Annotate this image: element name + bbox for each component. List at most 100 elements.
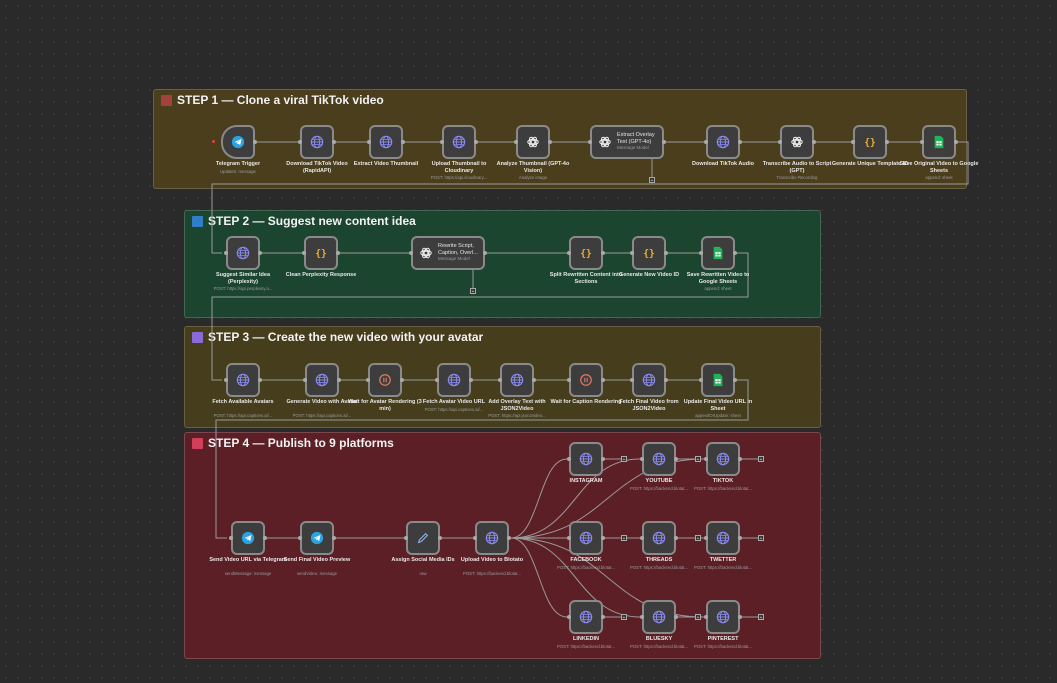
input-port[interactable]: [640, 536, 644, 540]
add-node-plus-icon[interactable]: +: [758, 614, 764, 621]
output-port[interactable]: [401, 140, 405, 144]
output-port[interactable]: [738, 457, 742, 461]
node-n28[interactable]: [473, 521, 511, 555]
node-n26[interactable]: [298, 521, 336, 555]
node-n30[interactable]: [640, 442, 678, 476]
output-port[interactable]: [601, 457, 605, 461]
output-port[interactable]: [469, 378, 473, 382]
node-n12[interactable]: {}: [302, 236, 340, 270]
output-port[interactable]: [885, 140, 889, 144]
input-port[interactable]: [699, 251, 703, 255]
input-port[interactable]: [630, 378, 634, 382]
node-n5[interactable]: [514, 125, 552, 159]
add-node-plus-icon[interactable]: +: [758, 535, 764, 542]
output-port[interactable]: [332, 536, 336, 540]
output-port[interactable]: [336, 251, 340, 255]
node-n7[interactable]: [704, 125, 742, 159]
input-port[interactable]: [704, 615, 708, 619]
node-n8[interactable]: [778, 125, 816, 159]
output-port[interactable]: [601, 615, 605, 619]
input-port[interactable]: [302, 251, 306, 255]
output-port[interactable]: [664, 378, 668, 382]
node-n17[interactable]: [224, 363, 262, 397]
add-node-plus-icon[interactable]: +: [649, 177, 655, 184]
input-port[interactable]: [367, 140, 371, 144]
input-port[interactable]: [704, 536, 708, 540]
input-port[interactable]: [704, 140, 708, 144]
input-port[interactable]: [435, 378, 439, 382]
input-port[interactable]: [851, 140, 855, 144]
sticky-step-1[interactable]: STEP 1 — Clone a viral TikTok video: [153, 89, 967, 189]
node-n16[interactable]: [699, 236, 737, 270]
node-n20[interactable]: [435, 363, 473, 397]
output-port[interactable]: [601, 251, 605, 255]
node-n29[interactable]: [567, 442, 605, 476]
node-n3[interactable]: [367, 125, 405, 159]
input-port[interactable]: [514, 140, 518, 144]
input-port[interactable]: [224, 378, 228, 382]
input-port[interactable]: [366, 378, 370, 382]
output-port[interactable]: [738, 140, 742, 144]
output-port[interactable]: [738, 615, 742, 619]
add-node-plus-icon[interactable]: +: [621, 456, 627, 463]
output-port[interactable]: [662, 140, 666, 144]
input-port[interactable]: [567, 251, 571, 255]
add-node-plus-icon[interactable]: +: [695, 535, 701, 542]
output-port[interactable]: [812, 140, 816, 144]
node-n2[interactable]: [298, 125, 336, 159]
input-port[interactable]: [640, 457, 644, 461]
output-port[interactable]: [507, 536, 511, 540]
input-port[interactable]: [498, 378, 502, 382]
node-n36[interactable]: [640, 600, 678, 634]
output-port[interactable]: [258, 378, 262, 382]
output-port[interactable]: [733, 251, 737, 255]
output-port[interactable]: [674, 536, 678, 540]
input-port[interactable]: [409, 251, 413, 255]
node-n21[interactable]: [498, 363, 536, 397]
node-n10[interactable]: [920, 125, 958, 159]
input-port[interactable]: [473, 536, 477, 540]
node-n23[interactable]: [630, 363, 668, 397]
node-n34[interactable]: [704, 521, 742, 555]
input-port[interactable]: [224, 251, 228, 255]
output-port[interactable]: [258, 251, 262, 255]
output-port[interactable]: [438, 536, 442, 540]
input-port[interactable]: [567, 536, 571, 540]
node-n18[interactable]: [303, 363, 341, 397]
input-port[interactable]: [567, 615, 571, 619]
add-node-plus-icon[interactable]: +: [621, 535, 627, 542]
node-n6[interactable]: Extract Overlay Text (GPT-4o) Message Mod…: [588, 125, 666, 159]
output-port[interactable]: [253, 140, 257, 144]
node-n35[interactable]: [567, 600, 605, 634]
node-n11[interactable]: [224, 236, 262, 270]
output-port[interactable]: [601, 378, 605, 382]
node-n22[interactable]: [567, 363, 605, 397]
add-node-plus-icon[interactable]: +: [695, 456, 701, 463]
workflow-canvas[interactable]: STEP 1 — Clone a viral TikTok video STEP…: [0, 0, 1057, 683]
input-port[interactable]: [298, 536, 302, 540]
add-node-plus-icon[interactable]: +: [695, 614, 701, 621]
output-port[interactable]: [332, 140, 336, 144]
node-n1[interactable]: [221, 125, 257, 159]
input-port[interactable]: [567, 457, 571, 461]
input-port[interactable]: [640, 615, 644, 619]
node-n24[interactable]: [699, 363, 737, 397]
output-port[interactable]: [664, 251, 668, 255]
input-port[interactable]: [920, 140, 924, 144]
node-n33[interactable]: [640, 521, 678, 555]
node-n27[interactable]: [404, 521, 442, 555]
input-port[interactable]: [229, 536, 233, 540]
add-node-plus-icon[interactable]: +: [758, 456, 764, 463]
input-port[interactable]: [404, 536, 408, 540]
input-port[interactable]: [303, 378, 307, 382]
node-n25[interactable]: [229, 521, 267, 555]
node-n32[interactable]: [567, 521, 605, 555]
node-n4[interactable]: [440, 125, 478, 159]
node-n31[interactable]: [704, 442, 742, 476]
output-port[interactable]: [674, 615, 678, 619]
input-port[interactable]: [567, 378, 571, 382]
output-port[interactable]: [400, 378, 404, 382]
output-port[interactable]: [601, 536, 605, 540]
node-n19[interactable]: [366, 363, 404, 397]
node-n9[interactable]: {}: [851, 125, 889, 159]
